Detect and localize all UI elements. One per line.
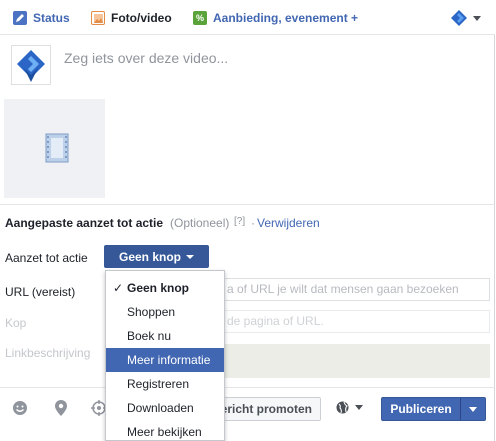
location-icon[interactable] — [52, 399, 70, 417]
menu-item-label: Registreren — [127, 377, 190, 391]
heading-field[interactable]: de pagina of URL. — [224, 310, 490, 333]
chevron-down-icon — [469, 406, 477, 412]
tab-photo-video-label: Foto/video — [111, 11, 172, 25]
cta-section-title: Aangepaste aanzet tot actie — [5, 216, 164, 230]
cta-dropdown-menu: ✓ Geen knop Shoppen Boek nu Meer informatie R… — [105, 270, 225, 441]
menu-item-label: Meer bekijken — [127, 425, 202, 439]
cta-remove-link[interactable]: Verwijderen — [257, 216, 320, 230]
tab-status-label: Status — [33, 11, 70, 25]
chevron-down-icon — [355, 405, 363, 410]
page-avatar — [11, 45, 51, 85]
smiley-icon[interactable] — [11, 399, 29, 417]
composer-tabs: Status Foto/video % Aanbieding, evenemen… — [0, 0, 495, 35]
video-thumbnail[interactable] — [4, 99, 105, 198]
menu-item-label: Shoppen — [127, 305, 176, 319]
photo-icon — [91, 11, 105, 25]
audience-selector[interactable] — [336, 401, 363, 414]
publish-button[interactable]: Publiceren — [381, 397, 486, 421]
page-switcher[interactable] — [451, 10, 481, 26]
cta-dropdown-button[interactable]: Geen knop — [104, 245, 209, 268]
offer-tag-icon: % — [193, 11, 207, 25]
separator-dot: · — [251, 216, 255, 230]
menu-item-geen-knop[interactable]: ✓ Geen knop — [106, 276, 224, 300]
menu-item-registreren[interactable]: Registreren — [106, 372, 224, 396]
menu-item-meer-bekijken[interactable]: Meer bekijken — [106, 420, 224, 441]
menu-item-label: Downloaden — [127, 401, 194, 415]
url-label: URL (vereist) — [5, 285, 76, 299]
menu-item-meer-informatie[interactable]: Meer informatie — [106, 348, 224, 372]
menu-item-label: Geen knop — [127, 281, 190, 295]
cta-dropdown-label: Geen knop — [118, 249, 181, 264]
chevron-down-icon — [186, 254, 194, 259]
divider — [0, 204, 495, 205]
globe-icon — [336, 401, 349, 414]
tab-status[interactable]: Status — [13, 9, 70, 27]
composer-frame: Status Foto/video % Aanbieding, evenemen… — [0, 0, 495, 441]
cta-label: Aanzet tot actie — [5, 251, 88, 265]
tab-offer-event[interactable]: % Aanbieding, evenement + — [193, 9, 358, 27]
menu-item-shoppen[interactable]: Shoppen — [106, 300, 224, 324]
checkmark-icon: ✓ — [113, 281, 124, 295]
publish-options-button[interactable] — [460, 398, 485, 420]
tab-photo-video[interactable]: Foto/video — [91, 9, 172, 27]
menu-item-boek-nu[interactable]: Boek nu — [106, 324, 224, 348]
composer-input[interactable]: Zeg iets over deze video... — [64, 50, 228, 66]
menu-item-label: Meer informatie — [127, 353, 211, 367]
publish-button-label[interactable]: Publiceren — [382, 398, 460, 420]
cta-help-link[interactable]: [?] — [234, 216, 245, 227]
cta-optional-label: (Optioneel) — [170, 216, 230, 230]
film-icon — [45, 133, 69, 163]
url-field[interactable]: a of URL je wilt dat mensen gaan bezoeke… — [224, 278, 490, 301]
tab-offer-event-label: Aanbieding, evenement + — [213, 11, 359, 25]
page-logo-icon — [451, 10, 467, 26]
link-description-label: Linkbeschrijving — [5, 346, 91, 360]
heading-label: Kop — [5, 316, 27, 330]
chevron-down-icon — [473, 15, 481, 21]
pencil-icon — [13, 11, 27, 25]
menu-item-label: Boek nu — [127, 329, 172, 343]
link-description-field[interactable] — [224, 344, 490, 378]
menu-item-downloaden[interactable]: Downloaden — [106, 396, 224, 420]
